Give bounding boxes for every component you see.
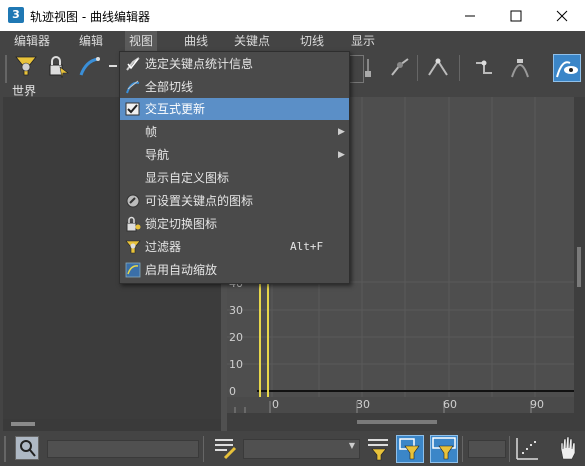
app-icon: 3 <box>8 7 24 23</box>
menu-item-label: 过滤器 <box>145 240 182 254</box>
key-stats-icon <box>126 57 140 71</box>
zoom-icon <box>20 440 36 457</box>
minimize-button[interactable] <box>447 0 493 31</box>
settable-keys-icon <box>126 194 140 208</box>
menu-item-filters[interactable]: 过滤器 Alt+F <box>120 236 349 258</box>
scroll-thumb[interactable] <box>577 247 581 287</box>
menu-item-show-custom-icons[interactable]: 显示自定义图标 <box>120 167 349 189</box>
draw-curve-icon[interactable] <box>78 55 102 79</box>
ruler-ticks <box>234 401 532 413</box>
graph-vscrollbar[interactable] <box>574 97 585 431</box>
checkmark-icon <box>125 102 140 116</box>
selection-field[interactable] <box>47 440 199 458</box>
menu-keys[interactable]: 关键点 <box>230 31 274 51</box>
filter-gear-icon[interactable] <box>14 55 38 79</box>
menu-display[interactable]: 显示 <box>347 31 379 51</box>
menu-item-settable-keys[interactable]: 可设置关键点的图标 <box>120 190 349 212</box>
x-tick-label: 0 <box>272 398 279 411</box>
menu-item-frames[interactable]: 帧 ▶ <box>120 121 349 143</box>
menu-item-label: 锁定切换图标 <box>145 217 218 231</box>
all-tangents-icon <box>126 80 140 94</box>
menu-bar: 编辑器 编辑 视图 曲线 关键点 切线 显示 <box>0 31 585 51</box>
x-tick-label: 60 <box>443 398 457 411</box>
x-tick-label: 30 <box>356 398 370 411</box>
view-menu-dropdown: 选定关键点统计信息 全部切线 交互式更新 帧 ▶ 导航 ▶ 显示自定义图标 可设… <box>119 51 350 284</box>
minimize-icon <box>465 15 475 16</box>
controller-hscrollbar[interactable] <box>3 419 221 431</box>
menu-item-shortcut: Alt+F <box>290 240 324 253</box>
smooth-tangent-icon[interactable] <box>508 55 532 79</box>
filter-icon <box>125 240 141 254</box>
y-tick-label: 20 <box>229 331 243 344</box>
toolbar-separator <box>459 55 460 81</box>
chevron-down-icon: ▼ <box>348 441 355 450</box>
tangent-key-icon[interactable] <box>362 55 386 79</box>
filter-animated-icon <box>432 437 456 460</box>
tangent-handle-icon[interactable] <box>388 55 412 79</box>
edit-list-icon[interactable] <box>213 436 237 460</box>
menu-curves[interactable]: 曲线 <box>180 31 212 51</box>
maximize-icon <box>510 10 522 21</box>
show-keys-button[interactable] <box>553 54 581 82</box>
step-tangent-icon[interactable] <box>472 55 496 79</box>
scroll-thumb[interactable] <box>11 422 35 426</box>
frame-extents-icon[interactable] <box>514 436 540 462</box>
toolbar-separator <box>462 436 463 462</box>
menu-tangents[interactable]: 切线 <box>296 31 328 51</box>
window-title: 轨迹视图 - 曲线编辑器 <box>30 10 150 24</box>
lock-selection-icon[interactable] <box>46 55 70 79</box>
toolbar-grip <box>5 55 7 83</box>
toolbar-separator <box>509 436 510 462</box>
menu-item-label: 选定关键点统计信息 <box>145 57 254 71</box>
submenu-arrow-icon: ▶ <box>338 127 345 137</box>
value-field[interactable] <box>468 440 506 458</box>
close-icon <box>556 10 568 21</box>
menu-item-label: 帧 <box>145 125 158 139</box>
menu-item-label: 全部切线 <box>145 80 194 94</box>
menu-item-lock-toggle[interactable]: 锁定切换图标 <box>120 213 349 235</box>
lock-toggle-icon <box>126 216 141 232</box>
zoom-selected-button[interactable] <box>15 436 39 460</box>
menu-item-label: 导航 <box>145 148 170 162</box>
menu-item-auto-zoom[interactable]: 启用自动缩放 <box>120 259 349 281</box>
selection-set-dropdown[interactable]: ▼ <box>243 439 360 459</box>
maximize-button[interactable] <box>493 0 539 31</box>
menu-edit[interactable]: 编辑 <box>75 31 107 51</box>
toolbar-dash <box>109 65 117 67</box>
menu-item-interactive-update[interactable]: 交互式更新 <box>120 98 349 120</box>
filter-selected-button[interactable] <box>396 435 424 463</box>
pan-hand-icon[interactable] <box>556 435 580 461</box>
x-tick-label: 90 <box>530 398 544 411</box>
menu-item-navigation[interactable]: 导航 ▶ <box>120 144 349 166</box>
menu-item-label: 启用自动缩放 <box>145 263 218 277</box>
close-button[interactable] <box>539 0 585 31</box>
menu-view[interactable]: 视图 <box>125 31 158 51</box>
fast-tangent-icon[interactable] <box>426 55 450 79</box>
filter-list-icon[interactable] <box>366 436 390 462</box>
y-tick-label: 30 <box>229 304 243 317</box>
menu-item-label: 可设置关键点的图标 <box>145 194 254 208</box>
toolbar-grip <box>4 436 6 462</box>
filter-selected-icon <box>399 438 420 460</box>
filter-animated-button[interactable] <box>430 435 458 463</box>
menu-item-label: 显示自定义图标 <box>145 171 230 185</box>
status-bar: ▼ <box>0 431 585 466</box>
graph-hscrollbar[interactable] <box>227 413 574 431</box>
auto-zoom-icon <box>125 262 141 278</box>
scroll-thumb[interactable] <box>357 420 437 424</box>
toolbar-separator <box>417 55 418 81</box>
toolbar-separator <box>203 436 204 462</box>
menu-item-key-stats[interactable]: 选定关键点统计信息 <box>120 53 349 75</box>
menu-item-label: 交互式更新 <box>145 102 206 116</box>
world-label[interactable]: 世界 <box>12 82 36 99</box>
time-ruler[interactable]: 0 30 60 90 <box>227 397 574 413</box>
eye-curve-icon <box>556 61 578 78</box>
submenu-arrow-icon: ▶ <box>338 150 345 160</box>
y-tick-label: 10 <box>229 358 243 371</box>
title-bar: 3 轨迹视图 - 曲线编辑器 <box>0 0 585 31</box>
menu-editor[interactable]: 编辑器 <box>10 31 54 51</box>
menu-item-all-tangents[interactable]: 全部切线 <box>120 76 349 98</box>
